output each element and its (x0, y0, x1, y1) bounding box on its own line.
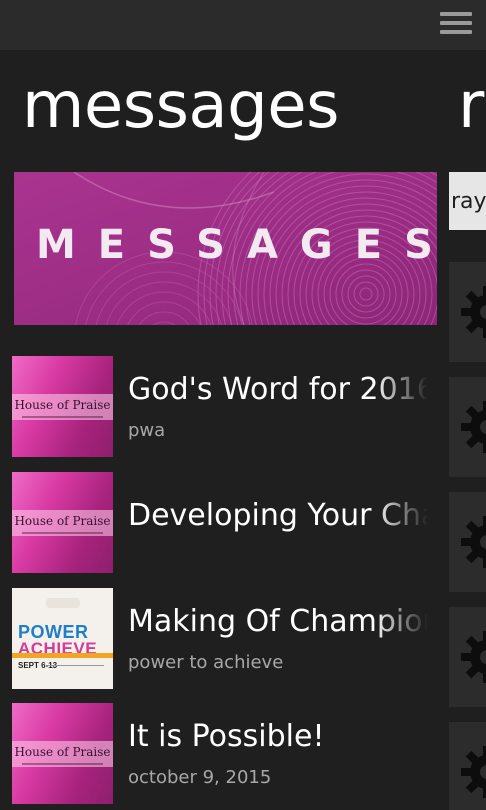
thumbnail-logo-text: House of Praise (14, 514, 111, 528)
gear-icon (461, 516, 486, 568)
pivot-header-next-peek[interactable]: r (458, 62, 484, 150)
app-root: messages r MESSAGES House of Praise God'… (0, 0, 486, 810)
next-pivot-peek-tile[interactable] (449, 262, 486, 362)
message-subtitle: power to achieve (128, 652, 284, 673)
message-title: It is Possible! (128, 719, 325, 754)
next-pivot-peek-tile[interactable] (449, 377, 486, 477)
gear-icon (461, 631, 486, 683)
message-list-item[interactable]: POWER ACHIEVE SEPT 6-13 Making Of Champi… (12, 588, 452, 689)
gear-icon (461, 286, 486, 338)
message-list-item[interactable]: House of Praise Developing Your Characte… (12, 472, 452, 573)
app-bar (0, 0, 486, 50)
message-title: Making Of Champions (128, 604, 428, 639)
message-list-item[interactable]: House of Praise God's Word for 2016 pwa (12, 356, 452, 457)
hamburger-menu-icon[interactable] (440, 12, 472, 36)
pivot-header-messages[interactable]: messages (22, 62, 339, 150)
thumbnail-logo-text: House of Praise (14, 398, 111, 412)
next-pivot-peek-tile[interactable] (449, 492, 486, 592)
next-pivot-peek-tile[interactable] (449, 607, 486, 707)
banner-title: MESSAGES (36, 222, 437, 268)
message-subtitle: october 9, 2015 (128, 767, 272, 788)
message-list-item[interactable]: House of Praise It is Possible! october … (12, 703, 452, 804)
house-of-praise-thumbnail: House of Praise (12, 472, 113, 573)
power-to-achieve-thumbnail: POWER ACHIEVE SEPT 6-13 (12, 588, 113, 689)
next-pivot-peek-tag[interactable]: ray (449, 172, 486, 230)
message-title: Developing Your Character (128, 498, 428, 533)
house-of-praise-thumbnail: House of Praise (12, 703, 113, 804)
house-of-praise-thumbnail: House of Praise (12, 356, 113, 457)
next-pivot-peek-tile[interactable] (449, 722, 486, 810)
messages-hero-banner[interactable]: MESSAGES (14, 172, 437, 325)
message-title: God's Word for 2016 (128, 372, 428, 407)
gear-icon (461, 401, 486, 453)
thumbnail-logo-text: House of Praise (14, 745, 111, 759)
message-subtitle: pwa (128, 420, 166, 441)
gear-icon (461, 746, 486, 798)
